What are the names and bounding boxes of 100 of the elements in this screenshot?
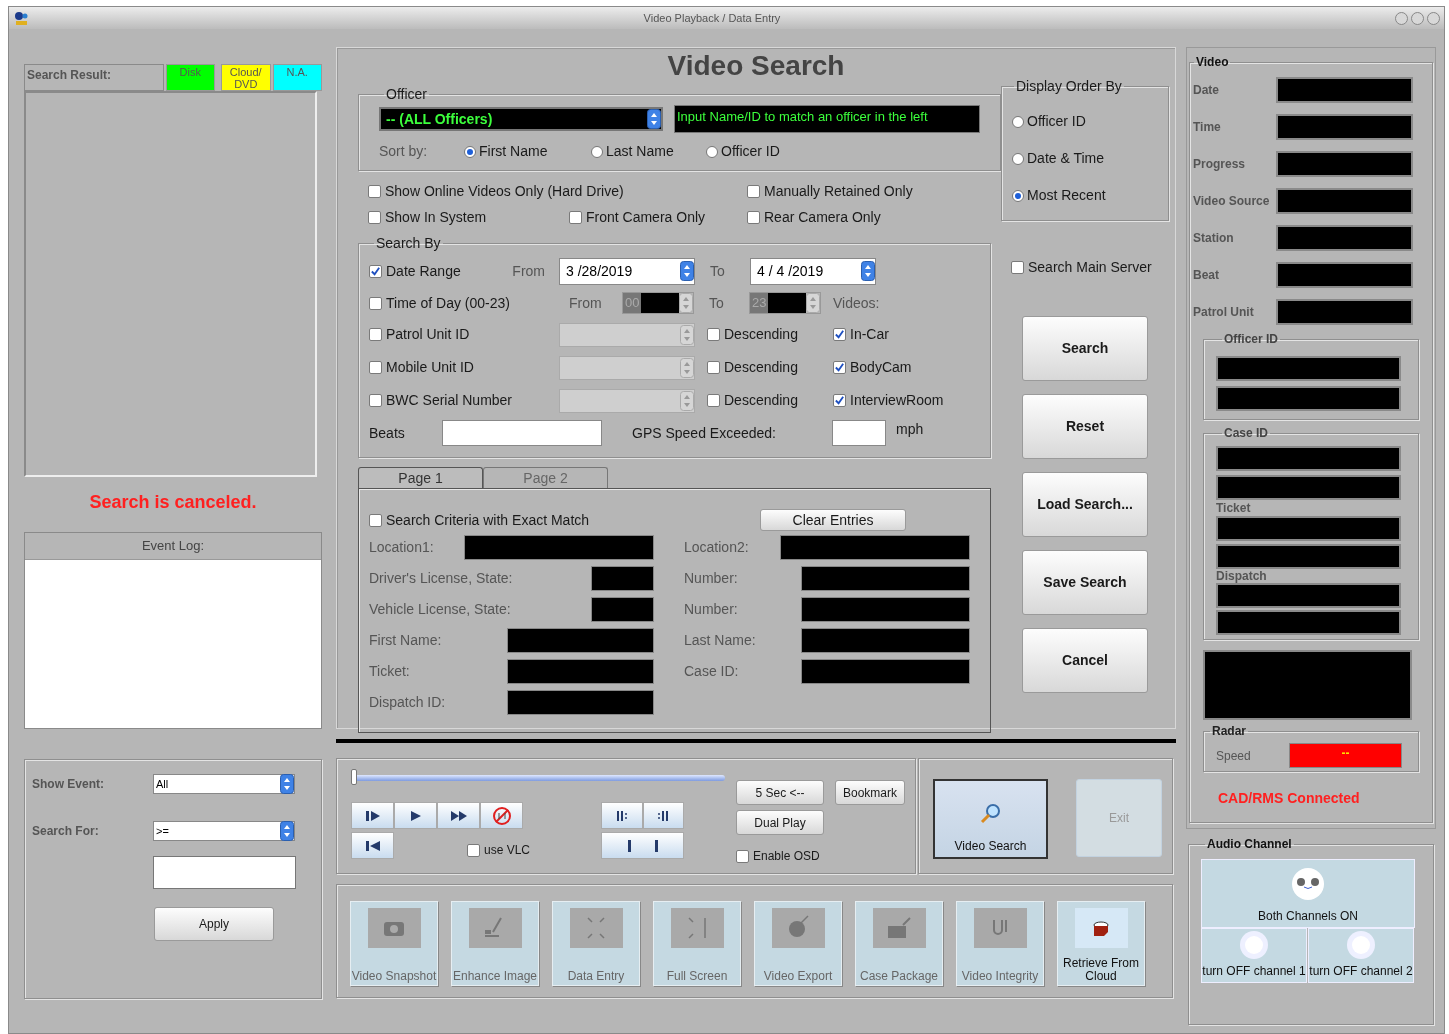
input-field[interactable]: [832, 420, 886, 446]
window-button[interactable]: [1411, 11, 1424, 25]
radio-label: Most Recent: [1027, 186, 1106, 205]
value-field[interactable]: [507, 628, 654, 653]
spin-arrows-icon[interactable]: [647, 109, 661, 129]
checkbox[interactable]: [368, 185, 381, 198]
field-label: To: [709, 293, 725, 313]
apply-button[interactable]: Apply: [154, 907, 274, 941]
transport-button[interactable]: [437, 802, 480, 829]
spin-arrows-icon[interactable]: [280, 821, 294, 841]
field-label: Progress: [1192, 155, 1247, 173]
checkbox[interactable]: [1011, 261, 1024, 274]
officer-dropdown[interactable]: -- (ALL Officers): [379, 107, 663, 131]
value-field[interactable]: [591, 597, 654, 622]
checkbox[interactable]: [707, 361, 720, 374]
slider-thumb[interactable]: [351, 769, 357, 785]
value-field[interactable]: [780, 535, 970, 560]
field-label: Vehicle License, State:: [369, 600, 512, 619]
value-field[interactable]: [464, 535, 654, 560]
value-field[interactable]: [801, 597, 970, 622]
radio-button[interactable]: [1012, 152, 1024, 165]
spin-arrows-icon[interactable]: [280, 774, 294, 794]
checkbox[interactable]: [369, 361, 382, 374]
bookmark-button[interactable]: Bookmark: [835, 780, 905, 805]
radio-button[interactable]: [1012, 189, 1024, 202]
action-button[interactable]: Save Search: [1022, 550, 1148, 615]
date-field[interactable]: 4 / 4 /2019: [750, 257, 876, 285]
value-field[interactable]: [591, 566, 654, 591]
field-label: Show Event:: [32, 776, 105, 793]
checkbox[interactable]: [467, 843, 480, 857]
clear-button[interactable]: Clear Entries: [760, 509, 906, 531]
checkbox-label: Date Range: [386, 261, 461, 281]
checkbox[interactable]: [747, 185, 760, 198]
checkbox[interactable]: [833, 328, 846, 341]
dual-play-button[interactable]: Dual Play: [736, 810, 824, 835]
audio-button[interactable]: Both Channels ON: [1201, 859, 1415, 928]
tab[interactable]: Page 1: [358, 467, 483, 488]
unit-label: mph: [896, 419, 924, 439]
dropdown[interactable]: >=: [153, 821, 295, 841]
checkbox[interactable]: [736, 849, 749, 863]
transport-button[interactable]: [480, 802, 523, 829]
field-label: Videos:: [833, 293, 880, 313]
checkbox-label: Enable OSD: [753, 848, 820, 865]
page-heading: Video Search: [667, 50, 845, 81]
spin-arrows-icon[interactable]: [680, 261, 694, 281]
window-button[interactable]: [1427, 11, 1440, 25]
transport-button[interactable]: [351, 802, 394, 829]
action-button[interactable]: Cancel: [1022, 628, 1148, 693]
radio-button[interactable]: [1012, 115, 1024, 128]
transport-button[interactable]: [394, 802, 437, 829]
action-button[interactable]: Load Search...: [1022, 472, 1148, 537]
checkbox[interactable]: [369, 328, 382, 341]
transport-button[interactable]: [642, 802, 684, 829]
checkbox[interactable]: [369, 264, 382, 278]
checkbox-label: Mobile Unit ID: [386, 358, 474, 377]
action-button[interactable]: Reset: [1022, 394, 1148, 459]
group-title: Officer ID: [1223, 331, 1279, 348]
checkbox[interactable]: [707, 394, 720, 407]
action-button[interactable]: Search: [1022, 316, 1148, 381]
field-label: From: [512, 261, 545, 281]
date-field[interactable]: 3 /28/2019: [559, 257, 695, 285]
checkbox[interactable]: [569, 211, 582, 224]
input-field[interactable]: [442, 420, 602, 446]
transport-button[interactable]: [351, 832, 394, 859]
field-label: Beat: [1192, 266, 1220, 284]
checkbox[interactable]: [369, 394, 382, 407]
checkbox-label: BodyCam: [850, 358, 912, 377]
window-button[interactable]: [1395, 11, 1408, 25]
checkbox[interactable]: [707, 328, 720, 341]
value-field[interactable]: [801, 628, 970, 653]
dropdown[interactable]: All: [153, 774, 295, 794]
checkbox[interactable]: [369, 296, 382, 310]
radio-button[interactable]: [706, 145, 718, 158]
field-label: To: [710, 261, 726, 281]
video-search-button[interactable]: Video Search: [933, 779, 1048, 859]
checkbox-label: use VLC: [484, 842, 531, 859]
checkbox[interactable]: [369, 513, 382, 527]
skip-back-button[interactable]: 5 Sec <--: [736, 780, 824, 805]
checkbox[interactable]: [833, 394, 846, 407]
value-field[interactable]: [507, 690, 654, 715]
radio-button[interactable]: [591, 145, 603, 158]
value-field[interactable]: [507, 659, 654, 684]
seek-slider[interactable]: [351, 769, 725, 785]
pause-button[interactable]: [601, 832, 684, 859]
group-title: Search By: [375, 234, 442, 253]
radio-button[interactable]: [464, 145, 476, 158]
transport-button[interactable]: [601, 802, 643, 829]
tool-button[interactable]: Retrieve From Cloud: [1057, 901, 1145, 986]
input-field[interactable]: [153, 856, 296, 889]
audio-button[interactable]: turn OFF channel 1: [1201, 928, 1307, 983]
pause-icon: [625, 838, 660, 853]
group-title: Display Order By: [1015, 77, 1123, 96]
audio-button[interactable]: turn OFF channel 2: [1308, 928, 1414, 983]
checkbox[interactable]: [747, 211, 760, 224]
checkbox[interactable]: [833, 361, 846, 374]
list-header: Search Result:: [24, 64, 164, 91]
value-field[interactable]: [801, 566, 970, 591]
value-field[interactable]: [801, 659, 970, 684]
spin-arrows-icon[interactable]: [861, 261, 875, 281]
checkbox[interactable]: [368, 211, 381, 224]
